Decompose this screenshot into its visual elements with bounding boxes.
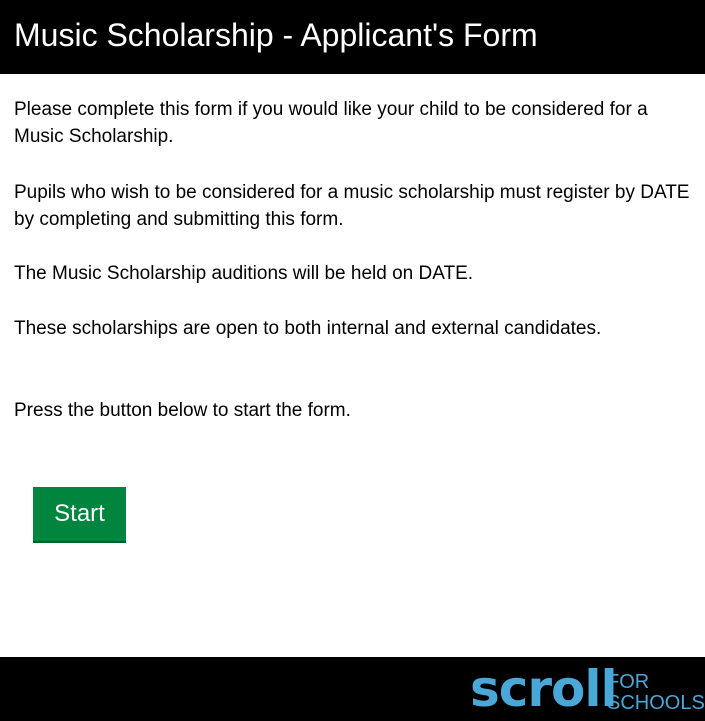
logo-for-text: FOR [607, 671, 650, 693]
scroll-for-schools-logo[interactable]: scroll FOR SCHOOLS [470, 657, 705, 721]
page-footer: scroll FOR SCHOOLS [0, 657, 705, 721]
registration-paragraph: Pupils who wish to be considered for a m… [14, 182, 690, 230]
logo-schools-text: SCHOOLS [607, 692, 705, 714]
eligibility-paragraph: These scholarships are open to both inte… [14, 318, 602, 339]
intro-paragraph: Please complete this form if you would l… [14, 99, 648, 147]
page-header: Music Scholarship - Applicant's Form [0, 0, 705, 74]
instruction-paragraph: Press the button below to start the form… [14, 400, 351, 421]
start-button[interactable]: Start [33, 487, 126, 543]
page-title: Music Scholarship - Applicant's Form [14, 17, 538, 53]
auditions-paragraph: The Music Scholarship auditions will be … [14, 263, 474, 284]
logo-wordmark: scroll [470, 660, 618, 718]
